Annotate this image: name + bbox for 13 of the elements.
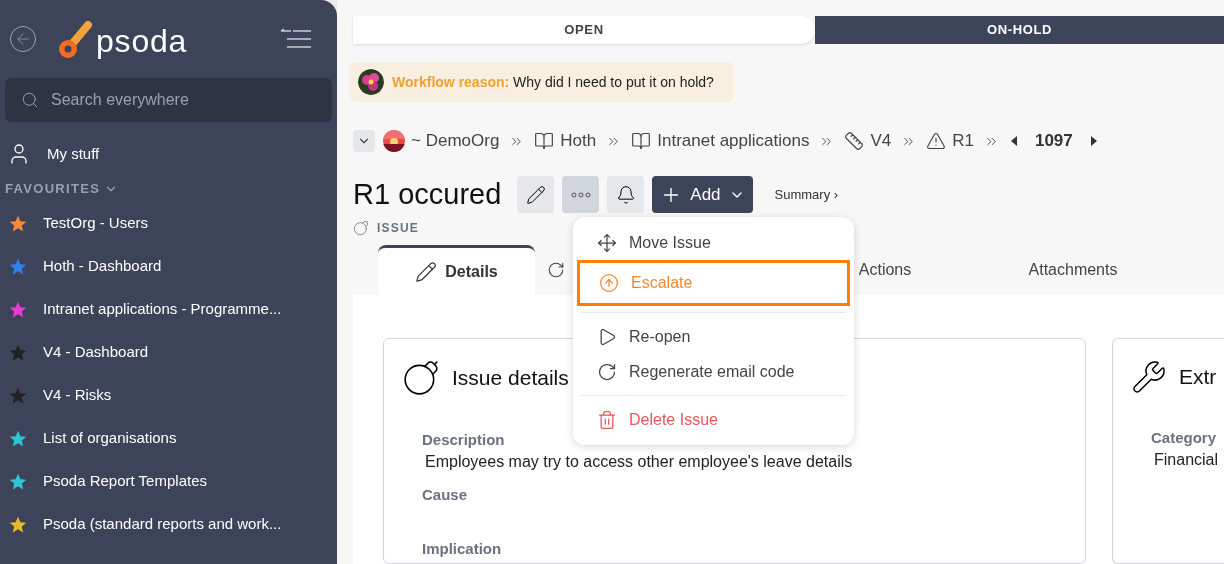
logo-text: psoda	[96, 25, 188, 57]
field-label: Cause	[422, 484, 468, 505]
workflow-reason: Workflow reason: Why did I need to put it on hold?	[392, 72, 714, 92]
record-number: 1097	[1034, 130, 1073, 153]
record-type: ISSUE	[377, 220, 419, 237]
field-value: Employees may try to access other employee's leave details	[424, 451, 853, 472]
card-title: Extr	[1179, 364, 1217, 391]
field-label: Category	[1151, 428, 1217, 448]
field-value: Financial	[1153, 449, 1219, 470]
card-title: Issue details	[452, 365, 569, 392]
page-title: R1 occured	[353, 180, 502, 209]
field-label: Implication	[422, 539, 502, 559]
field-label: Description	[422, 430, 505, 450]
